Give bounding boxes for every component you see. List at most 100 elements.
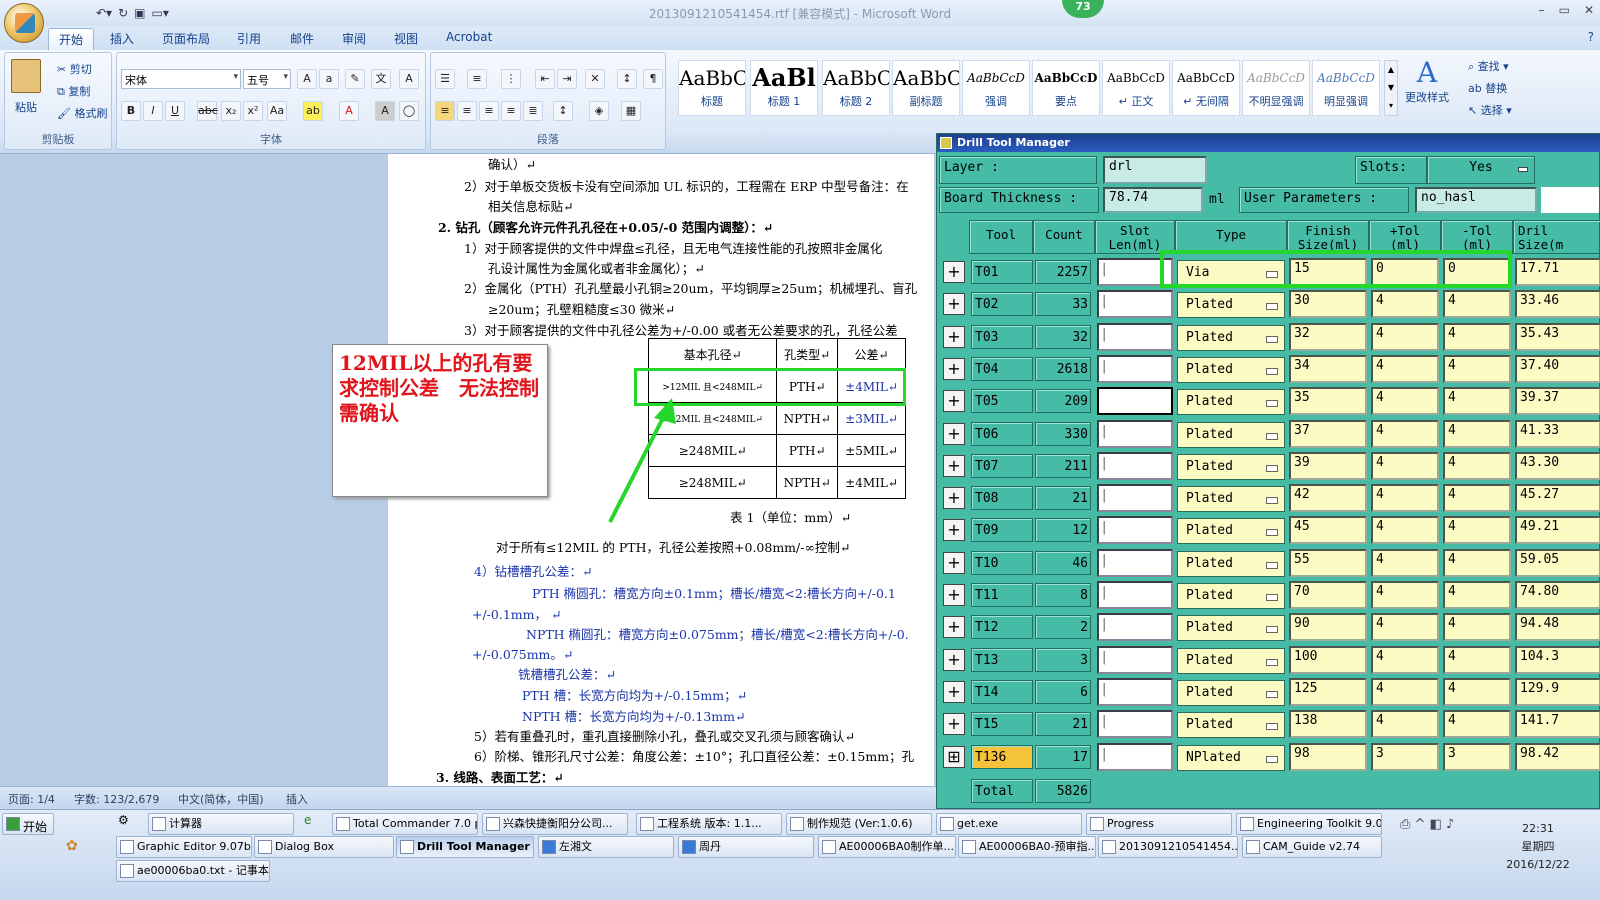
tab-view[interactable]: 视图: [394, 30, 418, 47]
italic-icon[interactable]: I: [143, 101, 163, 121]
plus-tol-input[interactable]: 4: [1371, 710, 1439, 739]
sort-icon[interactable]: ↕: [617, 69, 637, 89]
tool-cell[interactable]: T13: [971, 647, 1033, 672]
board-thickness-field[interactable]: 78.74: [1103, 187, 1203, 213]
close-icon[interactable]: ✕: [1584, 3, 1594, 17]
tab-acrobat[interactable]: Acrobat: [446, 30, 492, 44]
expand-tray-icon[interactable]: ^: [1415, 817, 1426, 832]
tab-review[interactable]: 审阅: [342, 30, 366, 47]
align-center-icon[interactable]: ≡: [457, 101, 477, 121]
maximize-icon[interactable]: ▭: [1559, 3, 1570, 17]
finish-size-input[interactable]: 125: [1289, 677, 1367, 706]
user-parameters-button[interactable]: User Parameters :: [1239, 187, 1409, 213]
tool-cell[interactable]: T14: [971, 679, 1033, 704]
slot-len-input[interactable]: |: [1097, 354, 1173, 383]
save-icon[interactable]: ▣: [134, 6, 145, 20]
slot-len-input[interactable]: |: [1097, 322, 1173, 351]
clock[interactable]: 22:31 星期四 2016/12/22: [1488, 820, 1588, 874]
shading-icon[interactable]: ◈: [589, 101, 609, 121]
change-styles-button[interactable]: A 更改样式: [1402, 56, 1452, 105]
type-dropdown[interactable]: Plated: [1177, 518, 1285, 545]
style-no-spacing[interactable]: AaBbCcD ↵ 无间隔: [1172, 60, 1240, 116]
task-cam-guide[interactable]: CAM_Guide v2.74: [1242, 836, 1382, 858]
slot-len-input[interactable]: [1097, 387, 1173, 416]
drill-size-input[interactable]: 39.37: [1515, 387, 1600, 416]
tool-cell[interactable]: T02: [971, 292, 1033, 317]
slots-dropdown[interactable]: Yes: [1427, 156, 1535, 184]
task-ae-order[interactable]: AE00006BA0制作单...: [818, 836, 956, 858]
slot-len-input[interactable]: |: [1097, 548, 1173, 577]
drill-size-input[interactable]: 33.46: [1515, 290, 1600, 319]
ie-icon[interactable]: e: [304, 813, 324, 833]
style-heading2[interactable]: AaBbC(标题 2: [822, 60, 890, 116]
type-dropdown[interactable]: Plated: [1177, 421, 1285, 448]
type-dropdown[interactable]: Plated: [1177, 647, 1285, 674]
borders-icon[interactable]: ▦: [621, 101, 641, 121]
tool-cell[interactable]: T01: [971, 260, 1033, 284]
finish-size-input[interactable]: 55: [1289, 548, 1367, 577]
expand-icon[interactable]: +: [943, 422, 965, 445]
slot-len-input[interactable]: |: [1097, 742, 1173, 771]
finish-size-input[interactable]: 98: [1289, 742, 1367, 771]
task-engineering-toolkit[interactable]: Engineering Toolkit 9.0...: [1236, 813, 1382, 835]
slot-len-input[interactable]: |: [1097, 516, 1173, 545]
help-icon[interactable]: ?: [1588, 30, 1594, 44]
minus-tol-input[interactable]: 4: [1443, 710, 1511, 739]
type-dropdown[interactable]: Plated: [1177, 292, 1285, 319]
finish-size-input[interactable]: 35: [1289, 387, 1367, 416]
open-icon[interactable]: ▭▾: [151, 6, 168, 20]
align-right-icon[interactable]: ≡: [479, 101, 499, 121]
underline-icon[interactable]: U: [165, 101, 185, 121]
tool-cell[interactable]: T04: [971, 356, 1033, 381]
task-ae-review[interactable]: AE00006BA0-预审指...: [958, 836, 1096, 858]
plus-tol-input[interactable]: 4: [1371, 451, 1439, 480]
type-dropdown[interactable]: Plated: [1177, 583, 1285, 609]
drill-size-input[interactable]: 141.7: [1515, 710, 1600, 739]
drill-size-input[interactable]: 35.43: [1515, 322, 1600, 351]
type-dropdown[interactable]: Plated: [1177, 712, 1285, 739]
plus-tol-input[interactable]: 4: [1371, 290, 1439, 319]
style-title[interactable]: AaBbC(标题: [678, 60, 746, 116]
minimize-icon[interactable]: –: [1539, 3, 1545, 17]
multilevel-list-icon[interactable]: ⋮: [501, 69, 521, 89]
plus-tol-input[interactable]: 4: [1371, 645, 1439, 674]
minus-tol-input[interactable]: 4: [1443, 677, 1511, 706]
drill-size-input[interactable]: 129.9: [1515, 677, 1600, 706]
drill-size-input[interactable]: 74.80: [1515, 581, 1600, 609]
plus-tol-input[interactable]: 4: [1371, 419, 1439, 448]
change-case-icon[interactable]: Aa: [267, 101, 287, 121]
phonetic-icon[interactable]: 文: [371, 69, 391, 89]
task-xingsen[interactable]: 兴森快捷衡阳分公司...: [482, 813, 628, 835]
tab-home[interactable]: 开始: [48, 28, 95, 50]
drill-size-input[interactable]: 59.05: [1515, 548, 1600, 577]
language-indicator[interactable]: 中文(简体，中国): [178, 791, 264, 807]
plus-tol-input[interactable]: 4: [1371, 484, 1439, 513]
task-graphic-editor[interactable]: Graphic Editor 9.07b...: [116, 836, 252, 858]
expand-icon[interactable]: +: [943, 357, 965, 380]
minus-tol-input[interactable]: 4: [1443, 419, 1511, 448]
task-notepad[interactable]: ae00006ba0.txt - 记事本: [116, 860, 270, 882]
task-progress[interactable]: Progress: [1086, 813, 1232, 835]
style-heading1[interactable]: AaBl 标题 1: [750, 60, 818, 116]
expand-icon[interactable]: +: [943, 680, 965, 703]
tool-cell[interactable]: T11: [971, 583, 1033, 607]
expand-icon[interactable]: +: [943, 390, 965, 413]
strikethrough-icon[interactable]: abc: [197, 101, 218, 121]
page-count[interactable]: 页面: 1/4: [8, 791, 55, 807]
undo-icon[interactable]: ↶▾: [96, 6, 112, 20]
expand-icon[interactable]: +: [943, 713, 965, 736]
drill-size-input[interactable]: 49.21: [1515, 516, 1600, 545]
finish-size-input[interactable]: 90: [1289, 613, 1367, 642]
style-intense-emphasis[interactable]: AaBbCcD 明显强调: [1312, 60, 1380, 116]
expand-icon[interactable]: +: [943, 293, 965, 316]
show-marks-icon[interactable]: ¶: [643, 69, 663, 89]
type-dropdown[interactable]: NPlated: [1177, 744, 1285, 771]
minus-tol-input[interactable]: 4: [1443, 484, 1511, 513]
tab-references[interactable]: 引用: [237, 30, 261, 47]
finish-size-input[interactable]: 30: [1289, 290, 1367, 319]
type-dropdown[interactable]: Plated: [1177, 453, 1285, 480]
numbering-icon[interactable]: ≡: [467, 69, 487, 89]
font-name-combo[interactable]: 宋体: [121, 69, 241, 89]
plus-tol-input[interactable]: 4: [1371, 354, 1439, 383]
colorful-app-icon[interactable]: ✿: [66, 838, 86, 858]
